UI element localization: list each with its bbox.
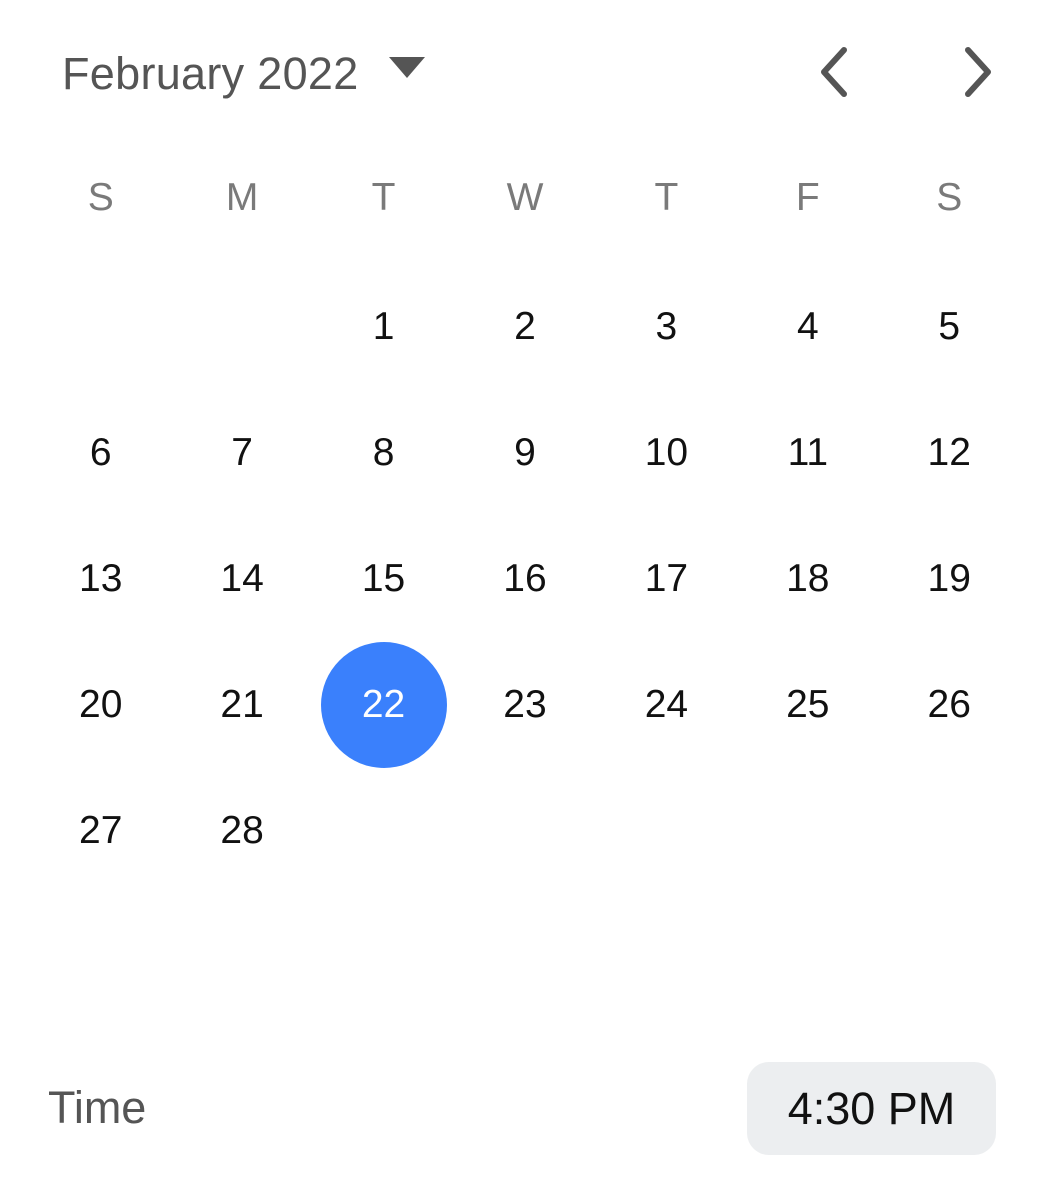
chevron-left-icon: [821, 47, 847, 97]
day-cell: 22: [313, 642, 454, 768]
calendar-day[interactable]: 7: [179, 390, 305, 516]
day-cell: 5: [879, 264, 1020, 390]
day-cell: 11: [737, 390, 878, 516]
day-cell: 4: [737, 264, 878, 390]
day-cell: 12: [879, 390, 1020, 516]
day-cell: 27: [30, 768, 171, 894]
calendar-day[interactable]: 20: [38, 642, 164, 768]
time-label: Time: [48, 1082, 147, 1133]
day-cell: 14: [171, 516, 312, 642]
calendar-day[interactable]: 2: [462, 264, 588, 390]
day-cell: 16: [454, 516, 595, 642]
calendar-day[interactable]: 10: [603, 390, 729, 516]
day-cell: 1: [313, 264, 454, 390]
calendar-day[interactable]: 11: [745, 390, 871, 516]
calendar-day[interactable]: 18: [745, 516, 871, 642]
day-cell: 6: [30, 390, 171, 516]
calendar-day[interactable]: 17: [603, 516, 729, 642]
day-cell: 2: [454, 264, 595, 390]
calendar-day[interactable]: 28: [179, 768, 305, 894]
calendar-day[interactable]: 27: [38, 768, 164, 894]
chevron-right-icon: [965, 47, 991, 97]
day-cell: 15: [313, 516, 454, 642]
calendar-day[interactable]: 16: [462, 516, 588, 642]
weekday-label: F: [795, 176, 820, 219]
month-year-selector[interactable]: February 2022: [50, 36, 437, 112]
next-month-button[interactable]: [938, 32, 1018, 112]
day-cell: 19: [879, 516, 1020, 642]
calendar-day[interactable]: 24: [603, 642, 729, 768]
calendar-day[interactable]: 6: [38, 390, 164, 516]
calendar-day[interactable]: 23: [462, 642, 588, 768]
day-cell: 13: [30, 516, 171, 642]
weekday-header-row: SMTWTFS: [30, 168, 1020, 228]
selected-day[interactable]: 22: [320, 642, 447, 768]
weekday-label: W: [506, 176, 544, 219]
day-cell: 20: [30, 642, 171, 768]
day-cell: 23: [454, 642, 595, 768]
day-cell: 17: [596, 516, 737, 642]
empty-day-cell: [30, 264, 171, 390]
time-picker-button[interactable]: 4:30 PM: [747, 1062, 996, 1155]
weekday-label: S: [936, 176, 963, 219]
calendar-day[interactable]: 1: [321, 264, 447, 390]
weekday-label: T: [654, 176, 679, 219]
day-cell: 28: [171, 768, 312, 894]
day-cell: 25: [737, 642, 878, 768]
weekday-label: M: [225, 176, 259, 219]
calendar-day[interactable]: 13: [38, 516, 164, 642]
calendar-day[interactable]: 19: [886, 516, 1012, 642]
empty-day-cell: [171, 264, 312, 390]
day-cell: 8: [313, 390, 454, 516]
calendar-day[interactable]: 9: [462, 390, 588, 516]
calendar-day[interactable]: 14: [179, 516, 305, 642]
day-cell: 3: [596, 264, 737, 390]
day-cell: 7: [171, 390, 312, 516]
calendar-day[interactable]: 8: [321, 390, 447, 516]
dropdown-arrow-icon: [388, 56, 425, 78]
day-cell: 18: [737, 516, 878, 642]
calendar-day[interactable]: 4: [745, 264, 871, 390]
calendar-day[interactable]: 12: [886, 390, 1012, 516]
calendar-day[interactable]: 21: [179, 642, 305, 768]
calendar-day[interactable]: 15: [321, 516, 447, 642]
day-cell: 21: [171, 642, 312, 768]
calendar-day[interactable]: 5: [886, 264, 1012, 390]
month-year-label: February 2022: [62, 48, 359, 99]
weekday-label: T: [371, 176, 396, 219]
calendar-day[interactable]: 3: [603, 264, 729, 390]
calendar-day[interactable]: 26: [886, 642, 1012, 768]
day-cell: 26: [879, 642, 1020, 768]
day-cell: 9: [454, 390, 595, 516]
day-cell: 10: [596, 390, 737, 516]
calendar-header: February 2022: [0, 0, 1050, 150]
day-cell: 24: [596, 642, 737, 768]
previous-month-button[interactable]: [794, 32, 874, 112]
calendar-day-grid: 1 2 3 4 5 6 7 8 9 10 11 12 13 14 15 16 17 18 19 20 21 22 23 24 2…: [30, 264, 1020, 894]
calendar-day[interactable]: 25: [745, 642, 871, 768]
weekday-label: S: [87, 176, 114, 219]
